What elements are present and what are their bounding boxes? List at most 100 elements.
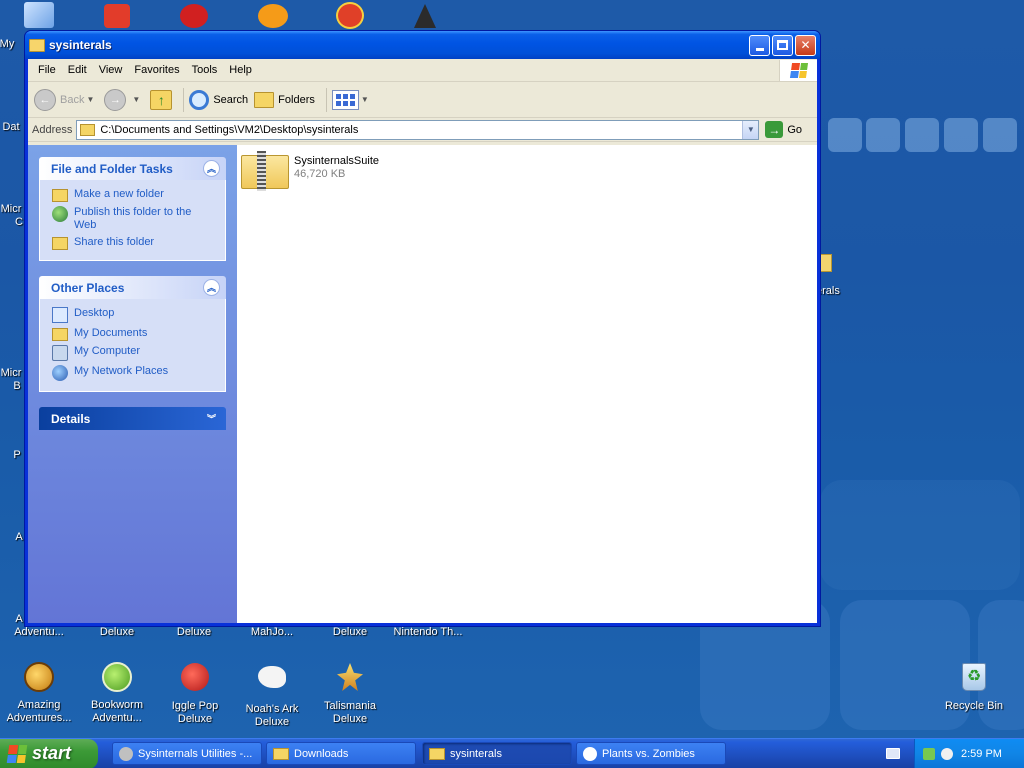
address-dropdown-icon[interactable]: ▼ bbox=[742, 120, 759, 139]
menu-favorites[interactable]: Favorites bbox=[128, 64, 185, 76]
desktop-label: Deluxe bbox=[332, 626, 368, 638]
desktop-folder-icon-partial[interactable] bbox=[820, 254, 832, 272]
go-button[interactable]: → Go bbox=[765, 121, 802, 138]
forward-button[interactable]: → ▼ bbox=[104, 88, 144, 111]
taskbar-button-plants-vs-zombies[interactable]: Plants vs. Zombies bbox=[576, 742, 726, 765]
address-input[interactable]: C:\Documents and Settings\VM2\Desktop\sy… bbox=[76, 119, 760, 140]
desktop-icon-top-1[interactable] bbox=[24, 2, 54, 28]
other-places-header[interactable]: Other Places ︽ bbox=[39, 276, 226, 299]
taskbar-button-label: sysinterals bbox=[450, 747, 502, 760]
place-link-label: Desktop bbox=[74, 307, 115, 319]
task-link-label: Publish this folder to the Web bbox=[74, 206, 192, 231]
desktop-icon-top-4[interactable] bbox=[258, 4, 288, 28]
publish-folder-link[interactable]: Publish this folder to the Web bbox=[52, 206, 215, 232]
menu-file[interactable]: File bbox=[32, 64, 62, 76]
menu-view[interactable]: View bbox=[93, 64, 129, 76]
forward-dropdown-icon[interactable]: ▼ bbox=[132, 95, 140, 104]
back-button[interactable]: ← Back ▼ bbox=[34, 88, 98, 111]
go-label: Go bbox=[787, 123, 803, 136]
browser-icon bbox=[119, 746, 133, 761]
panel-title: File and Folder Tasks bbox=[51, 161, 173, 176]
collapse-chevron-icon[interactable]: ︽ bbox=[203, 279, 220, 296]
details-header[interactable]: Details ︾ bbox=[39, 407, 226, 430]
my-computer-link[interactable]: My Computer bbox=[52, 345, 215, 361]
desktop-label: Adventu... bbox=[14, 626, 64, 638]
explorer-window[interactable]: sysinterals ✕ File Edit View Favorites T… bbox=[24, 30, 821, 627]
menu-help[interactable]: Help bbox=[223, 64, 258, 76]
file-item[interactable]: SysinternalsSuite 46,720 KB bbox=[241, 151, 379, 191]
minimize-button[interactable] bbox=[749, 34, 770, 56]
file-list[interactable]: SysinternalsSuite 46,720 KB bbox=[237, 145, 817, 623]
folders-icon bbox=[254, 91, 275, 108]
views-button[interactable]: ▼ bbox=[331, 89, 373, 110]
desktop-icon-label: Deluxe bbox=[177, 713, 213, 725]
up-folder-icon: ↑ bbox=[150, 89, 173, 110]
clock[interactable]: 2:59 PM bbox=[961, 748, 1002, 760]
my-network-places-link[interactable]: My Network Places bbox=[52, 365, 215, 381]
panel-title: Other Places bbox=[51, 280, 125, 295]
maximize-button[interactable] bbox=[772, 34, 793, 56]
task-pane: File and Folder Tasks ︽ Make a new folde… bbox=[28, 145, 237, 623]
desktop-icon-top-5[interactable] bbox=[336, 2, 364, 29]
desktop-icon-iggle-pop[interactable]: Iggle Pop Deluxe bbox=[156, 660, 234, 726]
desktop-label: Deluxe bbox=[176, 626, 212, 638]
game-icon bbox=[583, 746, 597, 761]
desktop-decoration bbox=[983, 118, 1017, 152]
dove-icon bbox=[255, 666, 289, 700]
taskbar-button-downloads[interactable]: Downloads bbox=[266, 742, 416, 765]
collapse-chevron-icon[interactable]: ︽ bbox=[203, 160, 220, 177]
desktop-icon-top-2[interactable] bbox=[104, 4, 130, 28]
folders-button[interactable]: Folders bbox=[254, 91, 315, 108]
start-button[interactable]: start bbox=[0, 738, 98, 768]
network-tray-icon[interactable] bbox=[923, 747, 935, 760]
desktop-icon-label: Deluxe bbox=[254, 716, 290, 728]
toolbar-separator bbox=[183, 87, 185, 112]
expand-chevron-icon[interactable]: ︾ bbox=[203, 410, 220, 427]
toolbar-separator bbox=[325, 87, 327, 112]
title-bar[interactable]: sysinterals ✕ bbox=[25, 31, 820, 59]
desktop-icon-label: Adventu... bbox=[92, 712, 142, 724]
search-button[interactable]: Search bbox=[189, 89, 248, 110]
desktop-icon-top-3[interactable] bbox=[180, 4, 208, 28]
folder-icon bbox=[429, 747, 445, 760]
network-icon bbox=[52, 365, 68, 381]
taskbar-button-sysinterals[interactable]: sysinterals bbox=[422, 742, 572, 765]
menu-edit[interactable]: Edit bbox=[62, 64, 93, 76]
desktop-icon-label: Deluxe bbox=[332, 713, 368, 725]
views-icon bbox=[331, 89, 359, 110]
desktop-icon-talismania[interactable]: Talismania Deluxe bbox=[311, 660, 389, 726]
start-label: start bbox=[32, 743, 72, 763]
computer-icon bbox=[52, 345, 68, 361]
forward-arrow-icon: → bbox=[104, 88, 127, 111]
folders-label: Folders bbox=[278, 93, 315, 106]
task-link-label: Share this folder bbox=[74, 236, 155, 248]
volume-tray-icon[interactable] bbox=[941, 747, 953, 760]
taskbar: start Sysinternals Utilities -... Downlo… bbox=[0, 738, 1024, 768]
desktop-icon-bookworm-adventures[interactable]: Bookworm Adventu... bbox=[78, 660, 156, 725]
share-folder-link[interactable]: Share this folder bbox=[52, 236, 215, 250]
desktop-icon-amazing-adventures[interactable]: Amazing Adventures... bbox=[0, 660, 78, 725]
desktop-icon-recycle-bin[interactable]: ♻ Recycle Bin bbox=[935, 660, 1013, 713]
back-dropdown-icon[interactable]: ▼ bbox=[86, 95, 94, 104]
place-link-label: My Documents bbox=[74, 327, 148, 339]
desktop-decoration bbox=[820, 480, 1020, 590]
my-documents-link[interactable]: My Documents bbox=[52, 327, 215, 341]
address-label: Address bbox=[32, 123, 73, 136]
close-button[interactable]: ✕ bbox=[795, 34, 816, 56]
taskbar-button-sysinternals-utilities[interactable]: Sysinternals Utilities -... bbox=[112, 742, 262, 765]
make-new-folder-link[interactable]: Make a new folder bbox=[52, 188, 215, 202]
desktop-label-partial: erals bbox=[816, 285, 840, 297]
menu-bar: File Edit View Favorites Tools Help bbox=[28, 59, 817, 82]
desktop-icon-top-6[interactable] bbox=[414, 4, 436, 28]
keyboard-icon[interactable] bbox=[886, 748, 900, 759]
desktop-link[interactable]: Desktop bbox=[52, 307, 215, 323]
desktop-icon-noahs-ark[interactable]: Noah's Ark Deluxe bbox=[233, 660, 311, 729]
iggle-pop-icon bbox=[178, 663, 212, 697]
maximize-icon bbox=[777, 40, 788, 50]
desktop-decoration bbox=[828, 118, 862, 152]
up-folder-button[interactable]: ↑ bbox=[150, 89, 173, 110]
desktop-icon-label: Recycle Bin bbox=[944, 700, 1004, 712]
file-folder-tasks-header[interactable]: File and Folder Tasks ︽ bbox=[39, 157, 226, 180]
taskbar-button-label: Plants vs. Zombies bbox=[602, 747, 695, 760]
menu-tools[interactable]: Tools bbox=[186, 64, 224, 76]
